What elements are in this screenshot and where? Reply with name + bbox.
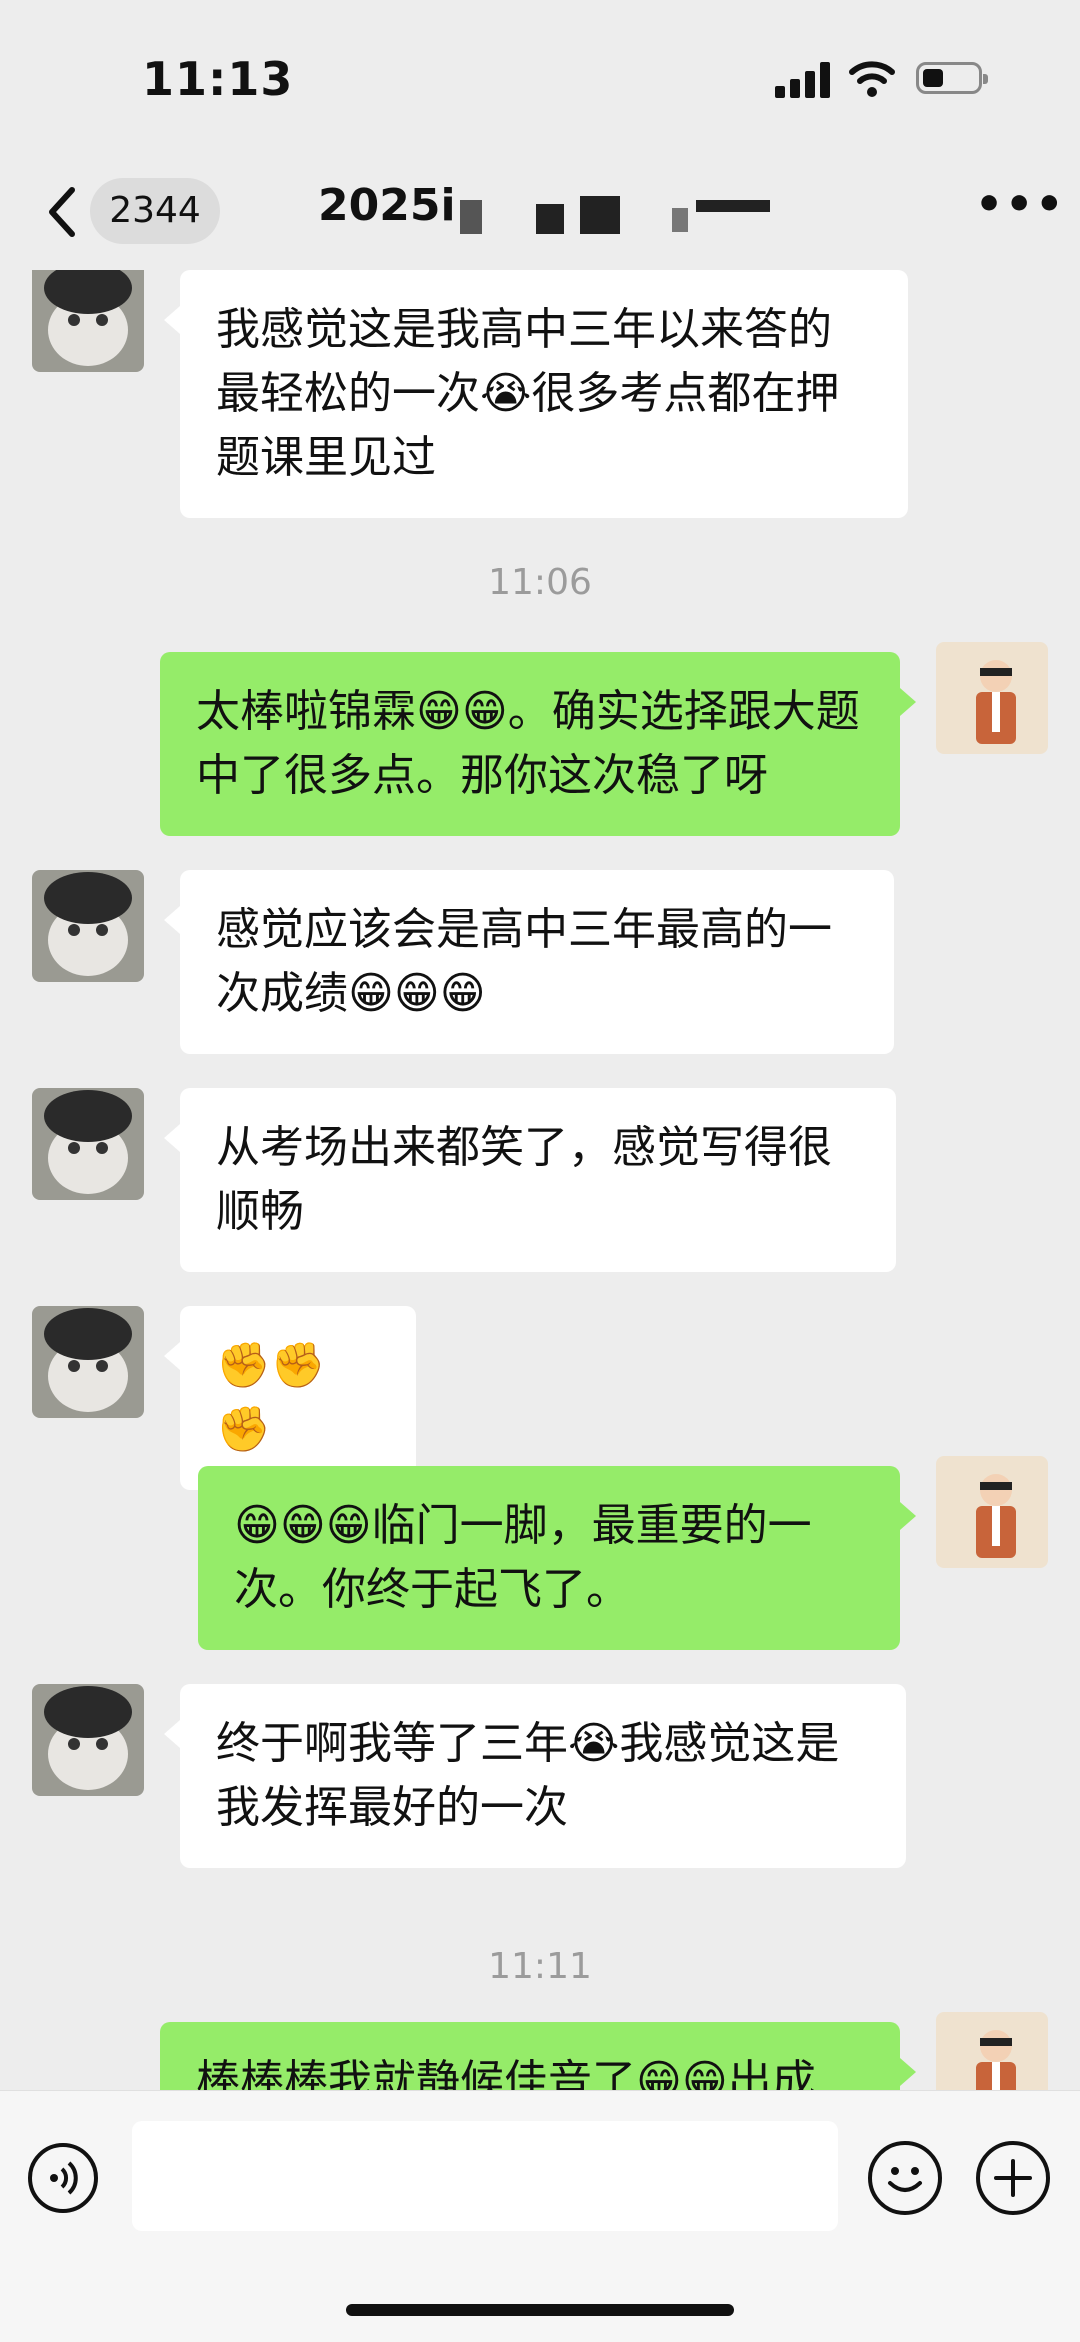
- emoji-icon[interactable]: [868, 2141, 942, 2215]
- message-bubble[interactable]: 棒棒棒我就静候佳音了😁😁出成: [160, 2022, 916, 2090]
- message-bubble[interactable]: 我感觉这是我高中三年以来答的最轻松的一次😭很多考点都在押题课里见过: [164, 270, 908, 518]
- my-avatar[interactable]: [936, 2012, 1048, 2090]
- chat-title: 2025i: [318, 180, 456, 231]
- status-time: 11:13: [142, 52, 294, 106]
- message-bubble[interactable]: 终于啊我等了三年😭我感觉这是我发挥最好的一次: [164, 1684, 906, 1868]
- message-bubble[interactable]: 😁😁😁临门一脚，最重要的一次。你终于起飞了。: [198, 1466, 916, 1650]
- wifi-icon: [849, 61, 895, 97]
- back-arrow-icon[interactable]: [40, 182, 86, 242]
- unread-count-badge[interactable]: 2344: [90, 178, 220, 244]
- timestamp: 11:11: [488, 1946, 592, 1987]
- redaction-mark: [460, 200, 482, 234]
- my-avatar[interactable]: [936, 1456, 1048, 1568]
- message-bubble[interactable]: 感觉应该会是高中三年最高的一次成绩😁😁😁: [164, 870, 894, 1054]
- message-bubble[interactable]: 从考场出来都笑了，感觉写得很顺畅: [164, 1088, 896, 1272]
- chat-header: 2344 2025i •••: [0, 160, 1080, 270]
- message-bubble[interactable]: ✊✊✊: [164, 1306, 416, 1490]
- more-options-icon[interactable]: •••: [975, 183, 1063, 230]
- redaction-mark: [696, 200, 770, 212]
- battery-icon: [916, 62, 988, 94]
- contact-avatar[interactable]: [32, 870, 144, 982]
- contact-avatar[interactable]: [32, 1088, 144, 1200]
- contact-avatar[interactable]: [32, 270, 144, 372]
- contact-avatar[interactable]: [32, 1306, 144, 1418]
- redaction-mark: [536, 204, 564, 234]
- home-indicator[interactable]: [346, 2304, 734, 2316]
- status-bar: 11:13: [0, 0, 1080, 150]
- message-list[interactable]: 我感觉这是我高中三年以来答的最轻松的一次😭很多考点都在押题课里见过 11:06 …: [0, 270, 1080, 2090]
- contact-avatar[interactable]: [32, 1684, 144, 1796]
- timestamp: 11:06: [488, 562, 592, 603]
- redaction-mark: [580, 196, 620, 234]
- plus-icon[interactable]: [976, 2141, 1050, 2215]
- voice-icon[interactable]: [28, 2143, 98, 2213]
- message-bubble[interactable]: 太棒啦锦霖😁😁。确实选择跟大题中了很多点。那你这次稳了呀: [160, 652, 916, 836]
- my-avatar[interactable]: [936, 642, 1048, 754]
- cellular-signal-icon: [775, 60, 833, 98]
- redaction-mark: [672, 208, 688, 232]
- message-input[interactable]: [132, 2121, 838, 2231]
